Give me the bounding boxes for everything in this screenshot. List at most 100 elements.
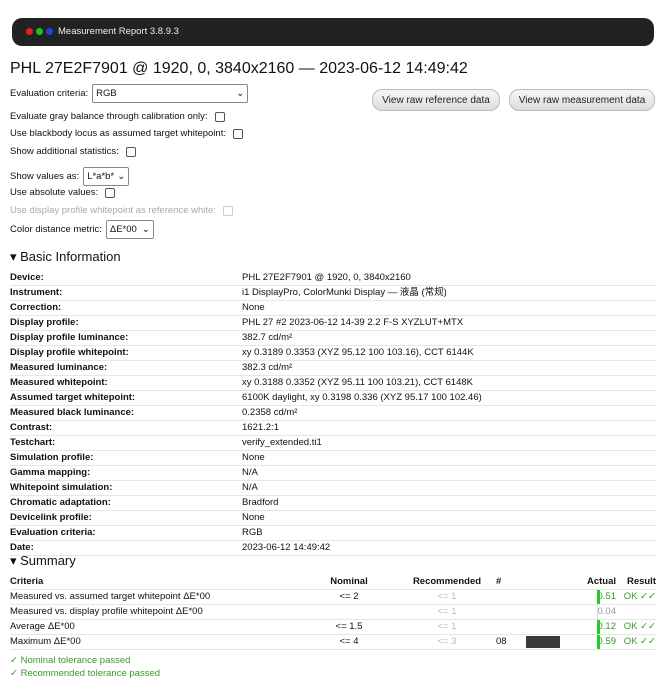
result: OK ✓✓: [623, 591, 656, 602]
patch-swatch: [526, 605, 576, 619]
heading-text: Basic Information: [20, 249, 121, 264]
actual: 0.59: [597, 636, 617, 647]
patch-number: [496, 590, 526, 604]
summary-row: Measured vs. display profile whitepoint …: [10, 605, 656, 620]
summary-row: Average ΔE*00 <= 1.5 <= 1 0.12 OK ✓✓: [10, 620, 656, 635]
summary-row: Maximum ΔE*00 <= 4 <= 3 08 0.59 OK ✓✓: [10, 635, 656, 650]
info-value: PHL 27 #2 2023-06-12 14-39 2.2 F-S XYZLU…: [242, 317, 464, 328]
heading-text: Summary: [20, 553, 76, 568]
info-row: Display profile luminance: 382.7 cd/m²: [10, 331, 656, 346]
result: OK ✓✓: [623, 621, 656, 632]
patch-swatch: [526, 635, 576, 649]
chevron-down-icon: ⌄: [117, 171, 126, 182]
patch-number: [496, 620, 526, 634]
actual: 0.12: [597, 621, 617, 632]
label: Show additional statistics:: [10, 146, 119, 157]
basic-info-heading[interactable]: ▾ Basic Information: [10, 249, 121, 265]
summary-header: Criteria Nominal Recommended # Actual Result: [10, 575, 656, 590]
info-row: Evaluation criteria: RGB: [10, 526, 656, 541]
summary-row: Measured vs. assumed target whitepoint Δ…: [10, 590, 656, 605]
info-value: N/A: [242, 467, 258, 478]
column-header: Nominal: [330, 576, 368, 587]
window-title: Measurement Report 3.8.9.3: [58, 26, 179, 37]
info-row: Gamma mapping: N/A: [10, 466, 656, 481]
info-row: Measured whitepoint: xy 0.3188 0.3352 (XY…: [10, 376, 656, 391]
criteria: Measured vs. display profile whitepoint …: [10, 606, 203, 617]
info-row: Assumed target whitepoint: 6100K daylight…: [10, 391, 656, 406]
info-key: Assumed target whitepoint:: [10, 392, 136, 403]
info-key: Instrument:: [10, 287, 63, 298]
recommended: <= 3: [437, 636, 457, 647]
info-key: Measured whitepoint:: [10, 377, 108, 388]
nominal-passed: ✓ Nominal tolerance passed: [10, 655, 131, 666]
label: Show values as:: [10, 171, 80, 182]
absolute-values-option: Use absolute values:: [10, 187, 116, 198]
view-raw-measurement-button[interactable]: View raw measurement data: [509, 89, 655, 111]
chevron-down-icon: ⌄: [141, 224, 150, 235]
label: Color distance metric:: [10, 224, 102, 235]
show-values-select[interactable]: L*a*b* ⌄: [83, 167, 130, 186]
column-header: #: [496, 576, 502, 587]
absolute-values-checkbox[interactable]: [105, 187, 116, 198]
info-row: Instrument: i1 DisplayPro, ColorMunki Dis…: [10, 286, 656, 301]
view-raw-reference-button[interactable]: View raw reference data: [372, 89, 500, 111]
summary-table: Criteria Nominal Recommended # Actual Result …: [10, 575, 656, 650]
additional-stats-checkbox[interactable]: [125, 146, 136, 157]
info-value: None: [242, 302, 265, 313]
blackbody-checkbox[interactable]: [232, 128, 243, 139]
criteria: Maximum ΔE*00: [10, 636, 81, 647]
nominal: <= 1.5: [335, 621, 363, 632]
evaluation-criteria-select[interactable]: RGB ⌄: [92, 84, 249, 103]
info-key: Whitepoint simulation:: [10, 482, 113, 493]
recommended: <= 1: [437, 621, 457, 632]
recommended: <= 1: [437, 606, 457, 617]
additional-stats-option: Show additional statistics:: [10, 146, 136, 157]
close-icon[interactable]: [26, 28, 33, 35]
value: L*a*b*: [87, 171, 115, 182]
color-distance-select[interactable]: ΔE*00 ⌄: [105, 220, 154, 239]
show-values-option: Show values as: L*a*b* ⌄: [10, 167, 130, 186]
info-row: Date: 2023-06-12 14:49:42: [10, 541, 656, 556]
result-bar: [597, 590, 600, 604]
nominal: [300, 605, 398, 619]
blackbody-option: Use blackbody locus as assumed target wh…: [10, 128, 243, 139]
info-row: Simulation profile: None: [10, 451, 656, 466]
label: Use display profile whitepoint as refere…: [10, 205, 216, 216]
criteria: Measured vs. assumed target whitepoint Δ…: [10, 591, 211, 602]
minimize-icon[interactable]: [46, 28, 53, 35]
info-value: N/A: [242, 482, 258, 493]
label: Evaluation criteria:: [10, 88, 89, 99]
summary-heading[interactable]: ▾ Summary: [10, 553, 76, 569]
page-title: PHL 27E2F7901 @ 1920, 0, 3840x2160 — 202…: [10, 60, 468, 77]
gray-balance-checkbox[interactable]: [214, 111, 225, 122]
label: Use blackbody locus as assumed target wh…: [10, 128, 226, 139]
column-header: Recommended: [412, 576, 482, 587]
triangle-down-icon: ▾: [10, 553, 21, 568]
info-row: Measured luminance: 382.3 cd/m²: [10, 361, 656, 376]
evaluation-criteria-option: Evaluation criteria: RGB ⌄: [10, 84, 249, 103]
gray-balance-option: Evaluate gray balance through calibratio…: [10, 111, 225, 122]
info-key: Display profile luminance:: [10, 332, 129, 343]
info-value: RGB: [242, 527, 263, 538]
column-header: Actual: [586, 576, 616, 587]
chevron-down-icon: ⌄: [236, 88, 245, 99]
info-key: Chromatic adaptation:: [10, 497, 111, 508]
triangle-down-icon: ▾: [10, 249, 21, 264]
patch-swatch: [526, 620, 576, 634]
value: ΔE*00: [109, 224, 137, 235]
info-key: Measured luminance:: [10, 362, 108, 373]
info-row: Devicelink profile: None: [10, 511, 656, 526]
label: Use absolute values:: [10, 187, 99, 198]
maximize-icon[interactable]: [36, 28, 43, 35]
info-value: PHL 27E2F7901 @ 1920, 0, 3840x2160: [242, 272, 411, 283]
patch-swatch: [526, 590, 576, 604]
result-bar: [597, 605, 601, 619]
info-key: Devicelink profile:: [10, 512, 92, 523]
info-value: xy 0.3188 0.3352 (XYZ 95.11 100 103.21),…: [242, 377, 473, 388]
column-header: Criteria: [10, 576, 44, 587]
info-key: Correction:: [10, 302, 62, 313]
info-key: Display profile whitepoint:: [10, 347, 129, 358]
info-row: Device: PHL 27E2F7901 @ 1920, 0, 3840x216…: [10, 271, 656, 286]
patch-number: [496, 605, 526, 619]
value: RGB: [96, 88, 117, 99]
